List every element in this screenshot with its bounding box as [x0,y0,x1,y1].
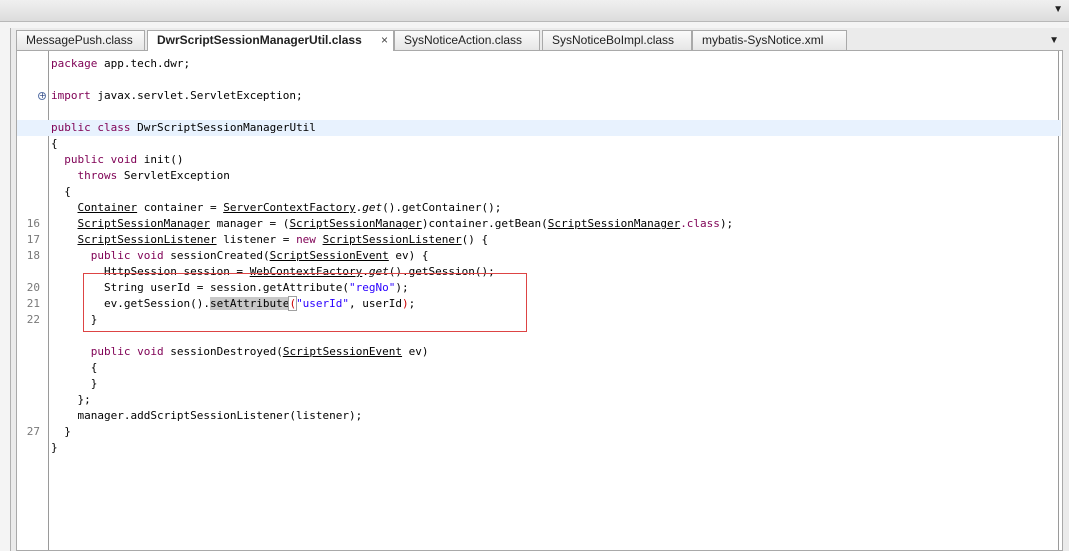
tab-label: SysNoticeBoImpl.class [552,33,675,47]
code-line: 27 manager.addScriptSessionListener(list… [17,408,1061,438]
code-line: public void sessionCreated(ScriptSession… [90,249,429,262]
code-line: { [90,361,98,374]
code-line: } [90,313,98,326]
code-line: } [51,441,58,454]
selected-token: setAttribute [209,297,290,310]
code-line: package app.tech.dwr; [51,57,191,70]
code-line: 20 HttpSession session = WebContextFacto… [17,264,1061,294]
editor-tab-bar: MessagePush.class DwrScriptSessionManage… [16,30,1069,51]
code-line: 21 String userId = session.getAttribute(… [17,280,1061,310]
code-line: 22 ev.getSession().setAttribute("userId"… [17,296,1061,326]
tab-label: DwrScriptSessionManagerUtil.class [157,33,362,47]
code-editor[interactable]: package app.tech.dwr; + import javax.ser… [16,50,1063,551]
code-line: { [64,185,71,198]
tab-sysnoticeboimpl[interactable]: SysNoticeBoImpl.class [542,30,692,50]
tab-label: SysNoticeAction.class [404,33,523,47]
expand-fold-icon[interactable]: + [38,92,46,100]
code-line: }; [77,393,91,406]
tab-list-dropdown-icon[interactable]: ▼ [1049,35,1059,46]
tab-messagepush[interactable]: MessagePush.class [16,30,145,50]
top-toolbar: ▼ [0,0,1069,22]
tab-sysnoticeaction[interactable]: SysNoticeAction.class [394,30,540,50]
tab-label: MessagePush.class [26,33,133,47]
code-line: 18 ScriptSessionListener listener = new … [17,232,1061,262]
close-icon[interactable]: × [381,31,388,50]
code-line: { [51,137,58,150]
code-line: } [64,425,71,438]
tab-dwrscriptsessionmanagerutil[interactable]: DwrScriptSessionManagerUtil.class × [147,30,394,51]
view-menu-dropdown-icon[interactable]: ▼ [1053,4,1063,15]
tab-mybatis-sysnotice[interactable]: mybatis-SysNotice.xml [692,30,847,50]
code-line: throws ServletException [77,169,230,182]
code-line: public void sessionDestroyed(ScriptSessi… [90,345,429,358]
code-line-current: public class DwrScriptSessionManagerUtil [17,120,1061,136]
code-line: public void init() [64,153,184,166]
code-line: + import javax.servlet.ServletException; [38,89,303,102]
tab-label: mybatis-SysNotice.xml [702,33,824,47]
code-line: 17 ScriptSessionManager manager = (Scrip… [17,216,1061,246]
code-line: } [90,377,98,390]
code-line: 16 Container container = ServerContextFa… [17,200,1061,230]
